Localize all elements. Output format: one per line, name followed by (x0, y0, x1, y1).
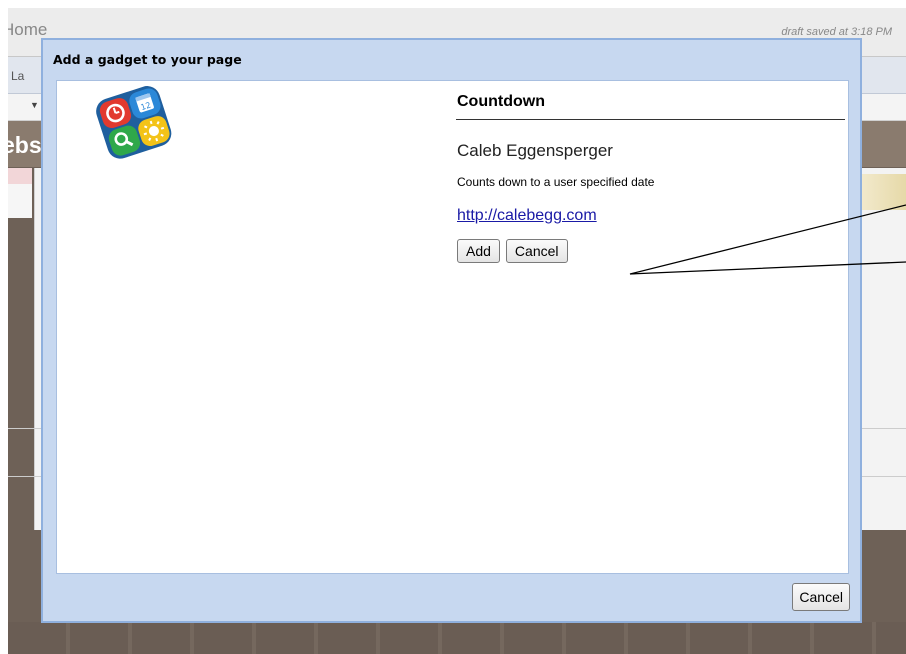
dialog-body: 12 Countdown Caleb Eggensperger Counts d… (56, 80, 849, 574)
chevron-down-icon[interactable]: ▼ (30, 100, 39, 110)
screen: Home draft saved at 3:18 PM La ▼ ebs Add… (0, 0, 906, 654)
gadget-actions: Add Cancel (457, 239, 846, 263)
footer-cancel-button[interactable]: Cancel (792, 583, 850, 611)
gadget-description: Counts down to a user specified date (457, 175, 655, 189)
dialog-title: Add a gadget to your page (53, 52, 242, 67)
site-title: ebs (8, 132, 42, 158)
home-link[interactable]: Home (8, 20, 47, 40)
cancel-button[interactable]: Cancel (505, 239, 568, 263)
page-footer-pattern (8, 622, 906, 654)
sidebar-highlight (8, 168, 32, 184)
add-gadget-dialog: Add a gadget to your page 12 Countdown C… (41, 38, 862, 623)
add-button[interactable]: Add (457, 239, 500, 263)
gadget-info: Countdown Caleb Eggensperger Counts down… (456, 87, 846, 263)
gadget-name: Countdown (456, 87, 845, 120)
draft-status: draft saved at 3:18 PM (781, 26, 892, 38)
gadget-author-link[interactable]: http://calebegg.com (457, 207, 597, 225)
tab-layout[interactable]: La (11, 69, 24, 83)
gadgets-logo-icon: 12 (96, 86, 172, 159)
gadget-author: Caleb Eggensperger (457, 141, 613, 160)
